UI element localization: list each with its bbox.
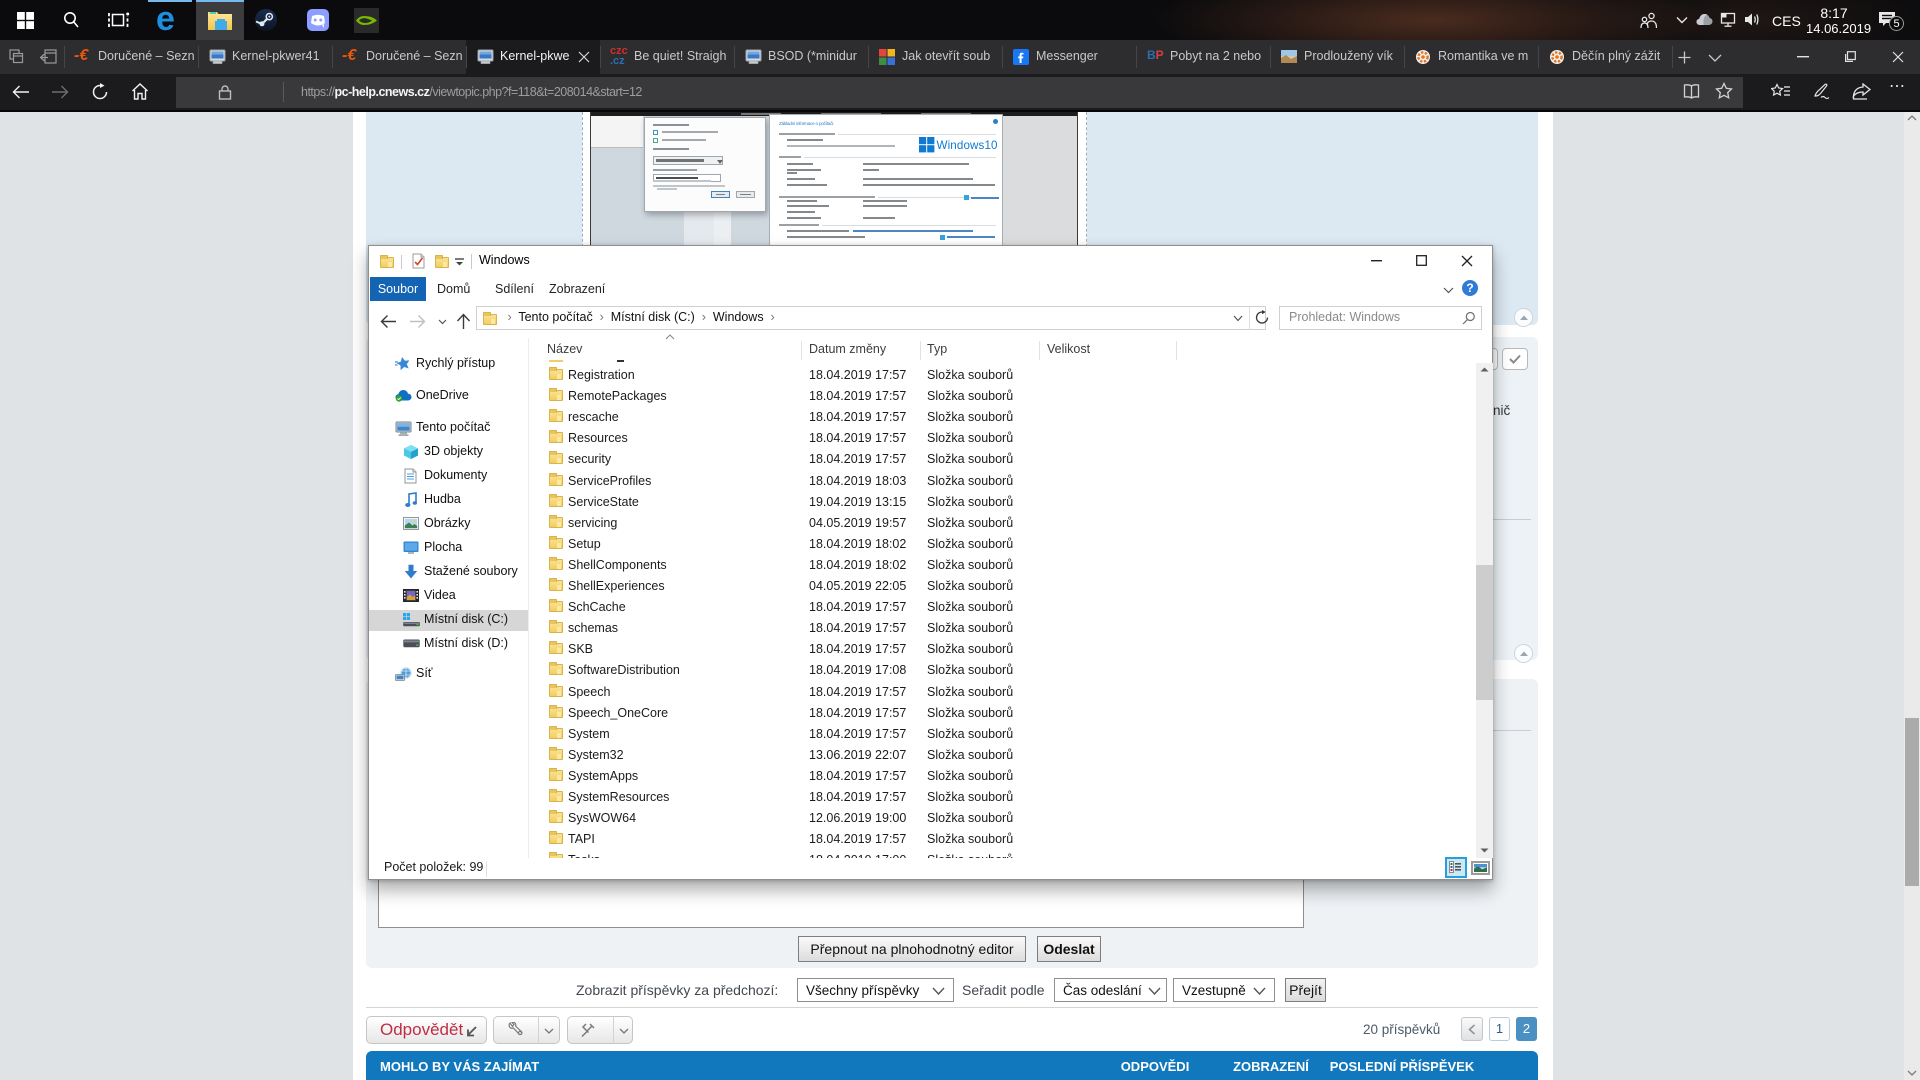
svg-text:Windows10: Windows10 xyxy=(937,139,998,152)
